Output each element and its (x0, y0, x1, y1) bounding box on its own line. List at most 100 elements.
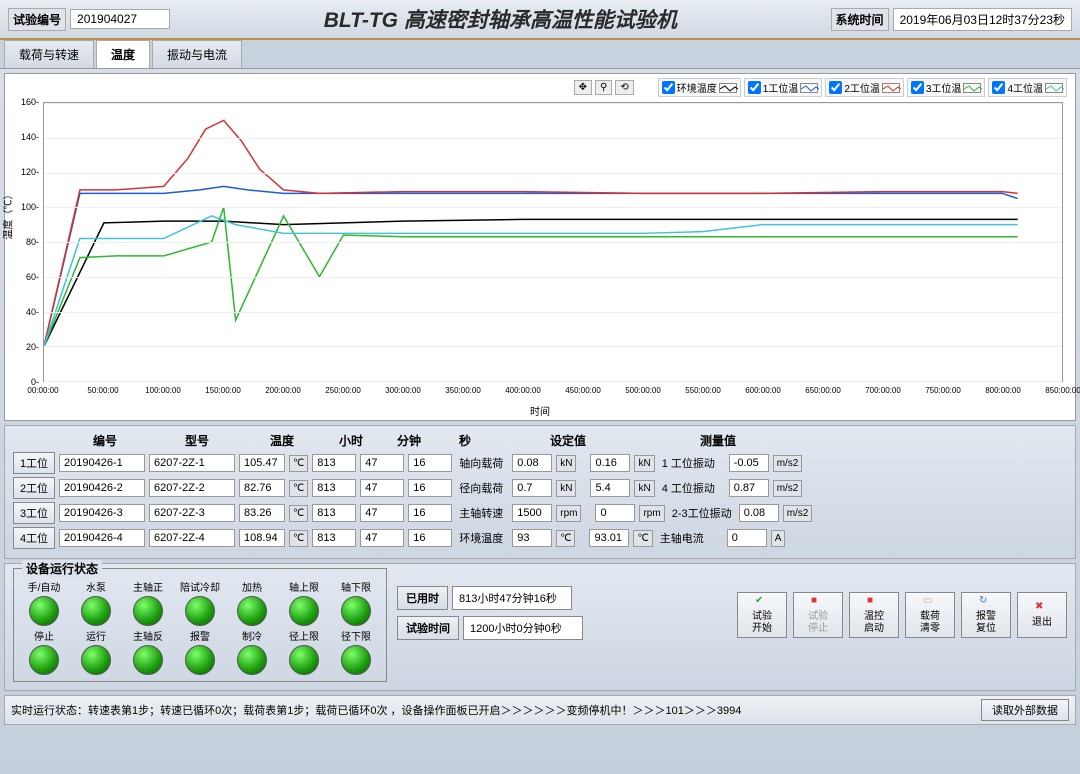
hour-cell: 813 (312, 529, 356, 547)
exit-button[interactable]: ✖退出 (1017, 592, 1067, 638)
led-indicator: 主轴反 (124, 628, 172, 675)
led-light (289, 645, 319, 675)
load-zero-button[interactable]: ▭载荷清零 (905, 592, 955, 638)
led-light (341, 645, 371, 675)
sec-cell: 16 (408, 454, 452, 472)
id-cell: 20190426-3 (59, 504, 145, 522)
tab-vibration-current[interactable]: 振动与电流 (152, 40, 242, 68)
chart-toolbar: ✥ ⚲ ⟲ 环境温度 1工位温 2工位温 3工位温 4工位温 (574, 78, 1067, 97)
temp-cell: 82.76 (239, 479, 285, 497)
tab-load-speed[interactable]: 载荷与转速 (4, 40, 94, 68)
meas-value: 93.01 (589, 529, 629, 547)
stop-icon: ■ (811, 595, 825, 609)
led-light (81, 596, 111, 626)
temp-cell: 105.47 (239, 454, 285, 472)
document-icon: ▭ (923, 595, 937, 609)
set-value: 1500 (512, 504, 552, 522)
led-indicator: 陪试冷却 (176, 579, 224, 626)
temp-control-button[interactable]: ■温控启动 (849, 592, 899, 638)
min-cell: 47 (360, 454, 404, 472)
position-button[interactable]: 2工位 (13, 477, 55, 499)
led-light (237, 645, 267, 675)
model-cell: 6207-2Z-4 (149, 529, 235, 547)
data-header: 编号 型号 温度 小时 分钟 秒 设定值 测量值 (13, 432, 1067, 449)
led-light (185, 645, 215, 675)
set-value: 93 (512, 529, 552, 547)
led-light (81, 645, 111, 675)
led-grid: 手/自动水泵主轴正陪试冷却加热轴上限轴下限停止运行主轴反报警制冷径上限径下限 (20, 579, 380, 675)
position-button[interactable]: 1工位 (13, 452, 55, 474)
data-row: 4工位20190426-46207-2Z-4108.94℃8134716环境温度… (13, 527, 1067, 549)
led-indicator: 水泵 (72, 579, 120, 626)
header-bar: 试验编号 201904027 BLT-TG 高速密封轴承高温性能试验机 系统时间… (0, 0, 1080, 40)
led-indicator: 轴上限 (280, 579, 328, 626)
test-start-button[interactable]: ✔试验开始 (737, 592, 787, 638)
chart-plot-area[interactable] (43, 102, 1063, 382)
tab-temperature[interactable]: 温度 (96, 40, 150, 68)
test-number-label: 试验编号 (8, 8, 66, 31)
elapsed-label: 已用时 (397, 586, 448, 610)
meas-value2: 0.87 (729, 479, 769, 497)
alarm-reset-button[interactable]: ↻报警复位 (961, 592, 1011, 638)
led-indicator: 手/自动 (20, 579, 68, 626)
system-time-value: 2019年06月03日12时37分23秒 (893, 8, 1072, 31)
action-buttons: ✔试验开始 ■试验停止 ■温控启动 ▭载荷清零 ↻报警复位 ✖退出 (737, 592, 1067, 638)
reset-icon[interactable]: ⟲ (615, 80, 633, 95)
test-time-value: 1200小时0分钟0秒 (463, 616, 583, 640)
set-label: 环境温度 (456, 528, 508, 548)
set-value: 0.08 (512, 454, 552, 472)
set-value: 0.7 (512, 479, 552, 497)
system-time-label: 系统时间 (831, 8, 889, 31)
test-number-value[interactable]: 201904027 (70, 9, 170, 29)
zoom-icon[interactable]: ⚲ (595, 80, 612, 95)
footer-bar: 实时运行状态：转速表第1步；转速已循环0次；载荷表第1步；载荷已循环0次 ，设备… (4, 695, 1076, 725)
runtime-status-text: 实时运行状态：转速表第1步；转速已循环0次；载荷表第1步；载荷已循环0次 ，设备… (11, 702, 741, 718)
device-status-box: 设备运行状态 手/自动水泵主轴正陪试冷却加热轴上限轴下限停止运行主轴反报警制冷径… (13, 568, 387, 682)
meas-value2: 0 (727, 529, 767, 547)
legend-pos1[interactable]: 1工位温 (744, 78, 823, 97)
led-light (133, 596, 163, 626)
id-cell: 20190426-4 (59, 529, 145, 547)
min-cell: 47 (360, 529, 404, 547)
led-light (185, 596, 215, 626)
x-axis: 00:00:0050:00:00100:00:00150:00:00200:00… (43, 384, 1063, 406)
test-stop-button[interactable]: ■试验停止 (793, 592, 843, 638)
data-row: 3工位20190426-36207-2Z-383.26℃8134716主轴转速1… (13, 502, 1067, 524)
min-cell: 47 (360, 479, 404, 497)
refresh-icon: ↻ (979, 595, 993, 609)
led-light (289, 596, 319, 626)
led-light (237, 596, 267, 626)
led-indicator: 运行 (72, 628, 120, 675)
led-indicator: 停止 (20, 628, 68, 675)
meas-value2: -0.05 (729, 454, 769, 472)
sec-cell: 16 (408, 479, 452, 497)
legend-ambient[interactable]: 环境温度 (658, 78, 741, 97)
status-panel: 设备运行状态 手/自动水泵主轴正陪试冷却加热轴上限轴下限停止运行主轴反报警制冷径… (4, 563, 1076, 691)
led-light (29, 596, 59, 626)
set-label: 轴向载荷 (456, 453, 508, 473)
position-button[interactable]: 4工位 (13, 527, 55, 549)
pan-icon[interactable]: ✥ (574, 80, 592, 95)
app-title: BLT-TG 高速密封轴承高温性能试验机 (170, 4, 831, 34)
temp-cell: 108.94 (239, 529, 285, 547)
legend-pos2[interactable]: 2工位温 (825, 78, 904, 97)
position-button[interactable]: 3工位 (13, 502, 55, 524)
y-axis: 0-20-40-60-80-100-120-140-160- (5, 102, 41, 382)
sec-cell: 16 (408, 529, 452, 547)
hour-cell: 813 (312, 454, 356, 472)
legend-pos3[interactable]: 3工位温 (907, 78, 986, 97)
led-indicator: 主轴正 (124, 579, 172, 626)
read-external-button[interactable]: 读取外部数据 (981, 699, 1069, 721)
data-row: 1工位20190426-16207-2Z-1105.47℃8134716轴向载荷… (13, 452, 1067, 474)
led-indicator: 加热 (228, 579, 276, 626)
meas-value: 0 (595, 504, 635, 522)
meas-value: 5.4 (590, 479, 630, 497)
test-time-label: 试验时间 (397, 616, 459, 640)
meas-value2: 0.08 (739, 504, 779, 522)
close-icon: ✖ (1035, 601, 1049, 615)
legend-pos4[interactable]: 4工位温 (988, 78, 1067, 97)
min-cell: 47 (360, 504, 404, 522)
led-light (133, 645, 163, 675)
led-indicator: 径下限 (332, 628, 380, 675)
led-indicator: 轴下限 (332, 579, 380, 626)
